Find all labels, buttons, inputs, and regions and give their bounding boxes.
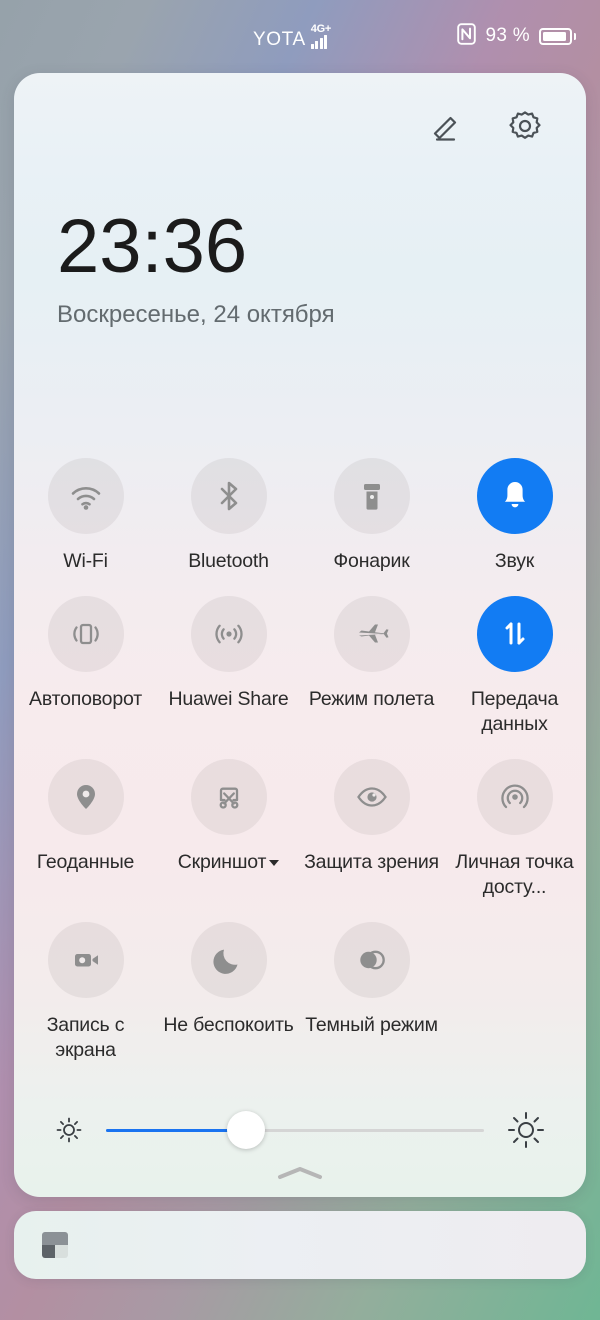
dark-mode-icon [353, 941, 391, 979]
clock-time: 23:36 [57, 209, 335, 285]
sun-high-icon [506, 1110, 546, 1150]
tile-label: Фонарик [333, 549, 409, 574]
tile-label: Личная точка досту... [445, 850, 585, 900]
flashlight-icon [353, 477, 391, 515]
tile-label: Звук [495, 549, 534, 574]
tile-icon-wrapper [48, 458, 124, 534]
tile-icon-wrapper [477, 596, 553, 672]
quick-settings-panel: 23:36 Воскресенье, 24 октября Wi-Fi [14, 73, 586, 1197]
tile-icon-wrapper [191, 596, 267, 672]
tile-label: Huawei Share [168, 687, 288, 712]
tile-icon-wrapper [48, 596, 124, 672]
tile-icon-wrapper [477, 458, 553, 534]
tile-icon-wrapper [334, 596, 410, 672]
quick-toggle-row: Геоданные Скриншот [14, 759, 586, 900]
tile-auto-rotate[interactable]: Автоповорот [14, 596, 157, 737]
tile-screenshot[interactable]: Скриншот [157, 759, 300, 900]
slider-thumb[interactable] [227, 1111, 265, 1149]
tile-icon-wrapper [334, 458, 410, 534]
tile-label: Bluetooth [188, 549, 269, 574]
bluetooth-icon [210, 477, 248, 515]
tile-eye-comfort[interactable]: Защита зрения [300, 759, 443, 900]
tile-label-text: Скриншот [178, 851, 267, 873]
brightness-control [14, 1095, 586, 1165]
tile-label: Автоповорот [29, 687, 142, 712]
tile-location[interactable]: Геоданные [14, 759, 157, 900]
screenshot-scissors-icon [210, 778, 248, 816]
quick-toggle-row: Wi-Fi Bluetooth Фонари [14, 458, 586, 574]
tile-icon-wrapper [334, 759, 410, 835]
status-bar-right-group: 93 % [457, 0, 576, 72]
chevron-down-icon[interactable] [269, 860, 279, 866]
status-bar-network-group: YOTA 4G+ [253, 24, 331, 49]
tile-label: Запись с экрана [16, 1013, 156, 1063]
data-transfer-icon [496, 615, 534, 653]
pencil-edit-icon[interactable] [428, 107, 466, 145]
signal-bars-icon [311, 35, 328, 49]
tile-mobile-data[interactable]: Передача данных [443, 596, 586, 737]
clock-block: 23:36 Воскресенье, 24 октября [57, 209, 335, 329]
tile-sound[interactable]: Звук [443, 458, 586, 574]
app-tile-icon [42, 1232, 68, 1258]
tile-wifi[interactable]: Wi-Fi [14, 458, 157, 574]
eye-comfort-icon [353, 778, 391, 816]
tile-label: Защита зрения [304, 850, 439, 875]
bell-icon [496, 477, 534, 515]
tile-icon-wrapper [191, 922, 267, 998]
nfc-icon [457, 23, 476, 50]
battery-icon [539, 28, 576, 45]
tile-icon-wrapper [191, 458, 267, 534]
tile-label: Передача данных [445, 687, 585, 737]
tile-airplane-mode[interactable]: Режим полета [300, 596, 443, 737]
tile-empty-slot [443, 922, 586, 1063]
screen-record-icon [67, 941, 105, 979]
chevron-up-icon [272, 1163, 328, 1183]
hotspot-icon [496, 778, 534, 816]
tile-icon-wrapper [191, 759, 267, 835]
brightness-slider[interactable] [106, 1110, 484, 1150]
tile-flashlight[interactable]: Фонарик [300, 458, 443, 574]
tile-label: Темный режим [305, 1013, 438, 1038]
quick-toggle-row: Автоповорот Huawei Share [14, 596, 586, 737]
gear-icon[interactable] [506, 107, 544, 145]
tile-label: Геоданные [37, 850, 134, 875]
network-indicator: 4G+ [311, 24, 331, 49]
tile-label: Режим полета [309, 687, 434, 712]
tile-bluetooth[interactable]: Bluetooth [157, 458, 300, 574]
tile-screen-record[interactable]: Запись с экрана [14, 922, 157, 1063]
slider-fill [106, 1129, 246, 1132]
location-pin-icon [67, 778, 105, 816]
tile-hotspot[interactable]: Личная точка досту... [443, 759, 586, 900]
tile-label: Скриншот [178, 850, 280, 875]
tile-label: Wi-Fi [63, 549, 107, 574]
network-generation-label: 4G+ [311, 24, 331, 35]
status-bar: YOTA 4G+ 93 % [0, 0, 600, 72]
moon-icon [210, 941, 248, 979]
tile-icon-wrapper [334, 922, 410, 998]
huawei-share-icon [210, 615, 248, 653]
tile-icon-wrapper [48, 759, 124, 835]
airplane-icon [353, 615, 391, 653]
sun-low-icon [54, 1115, 84, 1145]
panel-header [14, 73, 586, 179]
tile-icon-wrapper [48, 922, 124, 998]
tile-do-not-disturb[interactable]: Не беспокоить [157, 922, 300, 1063]
panel-collapse-handle[interactable] [14, 1163, 586, 1183]
clock-date: Воскресенье, 24 октября [57, 301, 335, 329]
wifi-icon [66, 476, 106, 516]
tile-icon-wrapper [477, 759, 553, 835]
battery-percent-label: 93 % [485, 25, 530, 47]
notification-card[interactable] [14, 1211, 586, 1279]
quick-toggle-row: Запись с экрана Не беспокоить Темны [14, 922, 586, 1063]
tile-huawei-share[interactable]: Huawei Share [157, 596, 300, 737]
tile-dark-mode[interactable]: Темный режим [300, 922, 443, 1063]
carrier-label: YOTA [253, 30, 306, 49]
quick-toggle-grid: Wi-Fi Bluetooth Фонари [14, 458, 586, 1063]
tile-label: Не беспокоить [163, 1013, 293, 1038]
auto-rotate-icon [67, 615, 105, 653]
